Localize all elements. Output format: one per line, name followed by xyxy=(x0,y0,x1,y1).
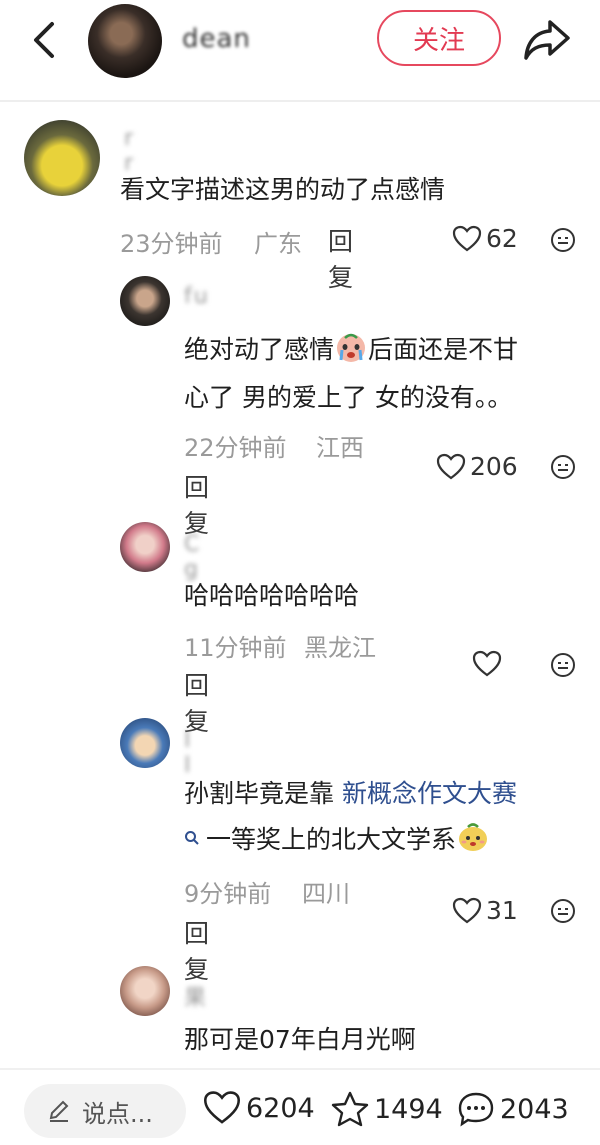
author-avatar[interactable] xyxy=(88,4,162,78)
comment-location: 广东 xyxy=(254,230,302,258)
like-count: 62 xyxy=(486,224,518,253)
avatar[interactable] xyxy=(120,522,170,572)
comment-time: 9分钟前 xyxy=(184,880,272,908)
post-like-count: 6204 xyxy=(246,1092,315,1124)
share-button[interactable] xyxy=(522,16,572,62)
comment-text: 绝对动了感情 后面还是不甘 xyxy=(184,328,518,372)
search-icon xyxy=(185,831,199,845)
follow-button[interactable]: 关注 xyxy=(377,10,501,66)
pencil-icon xyxy=(49,1100,69,1122)
comment-time: 23分钟前 xyxy=(120,230,223,258)
crying-face-icon xyxy=(334,330,368,364)
comment-text: 心了 男的爱上了 女的没有。。 xyxy=(184,383,513,412)
like-button[interactable]: 31 xyxy=(452,896,518,925)
comment-location: 黑龙江 xyxy=(304,634,376,662)
comment-username[interactable]: 果 xyxy=(184,980,208,1012)
comment-text-part: 一等奖上的北大文学系 xyxy=(206,825,457,854)
bottom-action-bar: 说点... 6204 1494 2043 xyxy=(0,1068,600,1145)
comment-text: 一等奖上的北大文学系 xyxy=(184,818,490,862)
like-count: 31 xyxy=(486,896,518,925)
comment-username[interactable]: I I xyxy=(184,728,193,778)
emoji-react-button[interactable] xyxy=(550,227,576,253)
reply-button[interactable]: 回复 xyxy=(184,468,209,540)
comment-location: 四川 xyxy=(302,880,350,908)
share-arrow-icon xyxy=(524,20,570,60)
like-button[interactable]: 62 xyxy=(452,224,518,253)
avatar[interactable] xyxy=(24,120,100,196)
comment-text-part: 孙割毕竟是靠 xyxy=(184,779,342,808)
chat-bubble-icon xyxy=(458,1092,494,1127)
heart-icon xyxy=(203,1091,241,1124)
emoji-react-button[interactable] xyxy=(550,652,576,678)
comment-time: 22分钟前 xyxy=(184,434,287,462)
comment-text: 孙割毕竟是靠 新概念作文大赛 xyxy=(184,772,517,816)
topic-link[interactable]: 新概念作文大赛 xyxy=(342,779,517,808)
comment-text: 那可是07年白月光啊 xyxy=(184,1025,416,1054)
star-icon xyxy=(331,1091,369,1127)
avatar[interactable] xyxy=(120,966,170,1016)
comment-count: 2043 xyxy=(500,1093,569,1125)
comment-username[interactable]: fu xyxy=(184,284,210,309)
comments-button[interactable]: 2043 xyxy=(456,1090,569,1128)
comment-text-part: 后面还是不甘 xyxy=(368,335,519,364)
smile-face-icon xyxy=(551,653,575,677)
heart-icon xyxy=(452,225,482,251)
comment-text: 哈哈哈哈哈哈哈 xyxy=(184,581,360,610)
comment-time: 11分钟前 xyxy=(184,634,287,662)
emoji-react-button[interactable] xyxy=(550,454,576,480)
author-username[interactable]: dean xyxy=(182,24,251,54)
header-divider xyxy=(0,100,600,102)
chevron-left-icon xyxy=(34,22,54,58)
avatar[interactable] xyxy=(120,718,170,768)
mushroom-emoji-icon xyxy=(456,820,490,854)
favorite-count: 1494 xyxy=(374,1093,443,1125)
top-bar: dean 关注 xyxy=(0,0,600,100)
heart-icon xyxy=(436,453,466,479)
avatar[interactable] xyxy=(120,276,170,326)
comment-location: 江西 xyxy=(316,434,364,462)
like-post-button[interactable]: 6204 xyxy=(202,1090,315,1126)
comment-input[interactable]: 说点... xyxy=(24,1084,186,1138)
comment-text: 看文字描述这男的动了点感情 xyxy=(120,175,446,204)
smile-face-icon xyxy=(551,228,575,252)
smile-face-icon xyxy=(551,455,575,479)
like-button[interactable]: 206 xyxy=(436,452,518,481)
back-button[interactable] xyxy=(26,18,62,62)
reply-button[interactable]: 回复 xyxy=(328,222,353,294)
like-count: 206 xyxy=(470,452,518,481)
reply-button[interactable]: 回复 xyxy=(184,914,209,986)
comment-input-placeholder: 说点... xyxy=(82,1099,153,1128)
heart-icon xyxy=(472,650,502,677)
heart-icon xyxy=(452,897,482,923)
like-button[interactable] xyxy=(472,650,502,678)
comment-text-part: 绝对动了感情 xyxy=(184,335,335,364)
favorite-button[interactable]: 1494 xyxy=(330,1090,443,1128)
emoji-react-button[interactable] xyxy=(550,898,576,924)
smile-face-icon xyxy=(551,899,575,923)
